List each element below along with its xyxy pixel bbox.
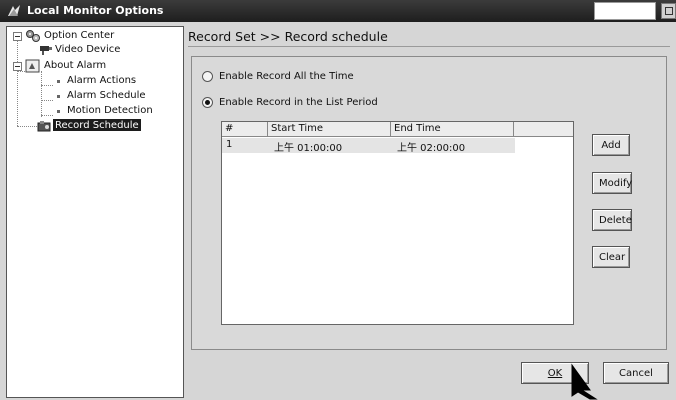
option-record-list-period[interactable]: Enable Record in the List Period (202, 96, 422, 110)
alarm-icon (25, 59, 40, 73)
title-bar-field[interactable] (594, 2, 656, 20)
collapse-icon[interactable] (13, 32, 22, 41)
tree-item-label: Video Device (55, 44, 121, 55)
tree-item-alarm-actions[interactable]: Alarm Actions (7, 74, 183, 89)
row-number: 1 (226, 139, 233, 150)
tree-item-label: Option Center (44, 30, 115, 41)
radio-label: Enable Record All the Time (219, 71, 354, 82)
app-icon (8, 5, 20, 16)
radio-button-checked[interactable] (202, 97, 213, 108)
options-tree: Option Center Video Device About Alarm A… (6, 26, 184, 398)
divider (188, 46, 670, 47)
tree-item-about-alarm[interactable]: About Alarm (7, 59, 183, 74)
list-header: # Start Time End Time (222, 122, 573, 137)
tree-item-label: Record Schedule (53, 119, 141, 131)
add-button[interactable]: Add (592, 134, 630, 156)
option-record-all-time[interactable]: Enable Record All the Time (202, 70, 402, 84)
tree-item-video-device[interactable]: Video Device (7, 43, 183, 58)
column-header-empty (514, 122, 573, 137)
schedule-list[interactable]: # Start Time End Time 1 上午 01:00:00 上午 0… (221, 121, 574, 325)
delete-button-label: Delete (599, 214, 632, 226)
tree-item-label: About Alarm (44, 60, 107, 71)
delete-button[interactable]: Delete (592, 209, 632, 231)
clear-button[interactable]: Clear (592, 246, 630, 268)
bullet-icon (57, 95, 60, 98)
mouse-cursor-icon (571, 363, 598, 400)
record-schedule-icon (37, 121, 51, 132)
tree-item-label: Alarm Actions (67, 75, 137, 86)
tree-item-record-schedule[interactable]: Record Schedule (7, 119, 183, 134)
row-start-time: 上午 01:00:00 (274, 143, 343, 154)
restore-icon (665, 7, 673, 15)
page-title: Record Set >> Record schedule (188, 29, 388, 44)
tree-item-label: Alarm Schedule (67, 90, 146, 101)
bullet-icon (57, 110, 60, 113)
tree-item-option-center[interactable]: Option Center (7, 29, 183, 44)
row-end-time: 上午 02:00:00 (397, 143, 466, 154)
clear-button-label: Clear (599, 251, 626, 263)
window-title: Local Monitor Options (27, 4, 164, 17)
modify-button[interactable]: Modify (592, 172, 632, 194)
add-button-label: Add (601, 139, 621, 151)
column-header-number[interactable]: # (222, 122, 268, 137)
table-row[interactable]: 1 上午 01:00:00 上午 02:00:00 (222, 138, 515, 154)
tree-item-motion-detection[interactable]: Motion Detection (7, 104, 183, 119)
tree-item-label: Motion Detection (67, 105, 153, 116)
column-header-end-time[interactable]: End Time (391, 122, 514, 137)
radio-button[interactable] (202, 71, 213, 82)
gear-cluster-icon (26, 30, 40, 42)
column-header-start-time[interactable]: Start Time (268, 122, 391, 137)
tree-item-alarm-schedule[interactable]: Alarm Schedule (7, 89, 183, 104)
modify-button-label: Modify (599, 177, 633, 189)
local-monitor-options-window: Local Monitor Options Option Center Vide… (0, 0, 676, 400)
camera-icon (40, 46, 52, 55)
cancel-button-label: Cancel (619, 367, 653, 379)
bullet-icon (57, 80, 60, 83)
cancel-button[interactable]: Cancel (603, 362, 669, 384)
collapse-icon[interactable] (13, 62, 22, 71)
restore-button[interactable] (661, 3, 676, 19)
title-bar[interactable]: Local Monitor Options (0, 0, 676, 22)
radio-label: Enable Record in the List Period (219, 97, 378, 108)
